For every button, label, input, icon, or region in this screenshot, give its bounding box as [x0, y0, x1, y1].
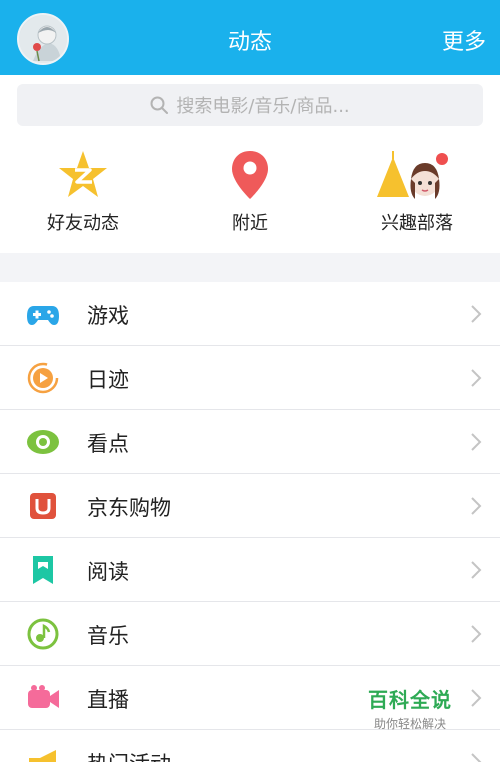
- gamepad-icon: [27, 306, 59, 325]
- quick-tribe[interactable]: 兴趣部落: [342, 145, 492, 245]
- top-bar: 动态 更多: [0, 0, 500, 75]
- book-icon: [33, 556, 53, 584]
- more-button[interactable]: 更多: [442, 24, 486, 56]
- top-section: 搜索电影/音乐/商品... 好友动态 附近 兴趣部落: [0, 75, 500, 253]
- notification-badge: [436, 153, 448, 165]
- quick-nearby[interactable]: 附近: [175, 145, 325, 245]
- location-pin-icon: [232, 151, 268, 199]
- menu-item-label: 直播: [87, 688, 129, 712]
- watermark-subtitle: 助你轻松解决: [373, 717, 446, 731]
- play-circle-icon: [27, 362, 59, 394]
- eye-icon: [27, 430, 59, 454]
- chevron-right-icon: [471, 561, 482, 579]
- search-input[interactable]: 搜索电影/音乐/商品...: [17, 84, 483, 126]
- watermark: 百科全说 助你轻松解决: [350, 684, 470, 732]
- megaphone-icon: [29, 750, 56, 762]
- menu-item-jd-shopping[interactable]: 京东购物: [0, 474, 500, 538]
- quick-label: 附近: [232, 213, 268, 234]
- quick-label: 好友动态: [47, 213, 119, 234]
- music-icon: [27, 618, 59, 650]
- menu-item-reading[interactable]: 阅读: [0, 538, 500, 602]
- qzone-star-icon: [59, 151, 107, 197]
- chevron-right-icon: [471, 689, 482, 707]
- menu-item-label: 音乐: [87, 624, 129, 648]
- chevron-right-icon: [471, 753, 482, 762]
- menu-item-label: 日迹: [87, 368, 129, 392]
- jd-shopping-icon: [30, 493, 56, 519]
- menu-item-label: 游戏: [87, 304, 129, 328]
- quick-friend-feed[interactable]: 好友动态: [8, 145, 158, 245]
- page-title: 动态: [227, 30, 272, 55]
- menu-item-label: 热门活动: [87, 748, 171, 762]
- menu-item-label: 京东购物: [87, 496, 171, 520]
- video-camera-icon: [28, 685, 59, 708]
- chevron-right-icon: [471, 497, 482, 515]
- search-placeholder: 搜索电影/音乐/商品...: [176, 96, 350, 117]
- menu-item-diary[interactable]: 日迹: [0, 346, 500, 410]
- chevron-right-icon: [471, 369, 482, 387]
- watermark-title: 百科全说: [368, 688, 452, 712]
- menu-item-kandian[interactable]: 看点: [0, 410, 500, 474]
- menu-item-game[interactable]: 游戏: [0, 282, 500, 346]
- menu-item-label: 阅读: [87, 560, 129, 584]
- chevron-right-icon: [471, 305, 482, 323]
- menu-item-music[interactable]: 音乐: [0, 602, 500, 666]
- menu-item-label: 看点: [87, 432, 129, 456]
- quick-label: 兴趣部落: [381, 213, 453, 234]
- tribe-tent-icon: [377, 151, 448, 199]
- chevron-right-icon: [471, 433, 482, 451]
- chevron-right-icon: [471, 625, 482, 643]
- search-icon: [150, 96, 169, 114]
- menu-item-events[interactable]: 热门活动: [0, 730, 500, 762]
